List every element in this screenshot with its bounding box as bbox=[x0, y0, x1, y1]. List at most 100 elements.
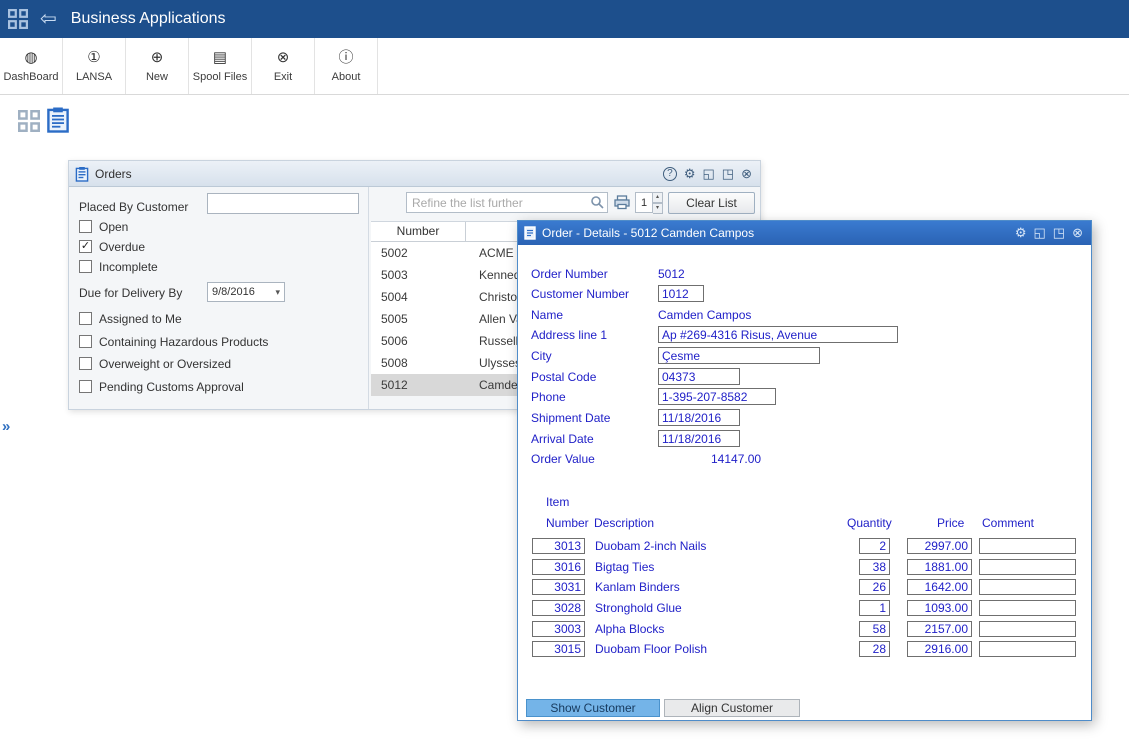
shipment-date-input[interactable] bbox=[658, 409, 740, 426]
item-number-input[interactable] bbox=[532, 621, 585, 637]
help-icon[interactable]: ? bbox=[663, 167, 677, 181]
item-description: Bigtag Ties bbox=[595, 560, 654, 574]
back-arrow-icon[interactable]: ⇦ bbox=[40, 9, 57, 29]
due-date-combobox[interactable]: 9/8/2016 ▾ bbox=[207, 282, 285, 302]
item-price-input[interactable] bbox=[907, 538, 972, 554]
tile-windows-icon[interactable]: ◱ bbox=[703, 167, 715, 181]
item-comment-input[interactable] bbox=[979, 621, 1076, 637]
item-description: Duobam 2-inch Nails bbox=[595, 539, 706, 553]
item-quantity-input[interactable] bbox=[859, 600, 890, 616]
settings-gear-icon[interactable]: ⚙ bbox=[684, 167, 696, 181]
item-price-input[interactable] bbox=[907, 600, 972, 616]
toolbar-button-dashboard[interactable]: ◍ DashBoard bbox=[0, 38, 63, 94]
checkbox-incomplete[interactable] bbox=[79, 260, 92, 273]
close-icon[interactable]: ⊗ bbox=[741, 167, 752, 181]
tile-windows-icon[interactable]: ◱ bbox=[1034, 226, 1046, 240]
item-number-input[interactable] bbox=[532, 579, 585, 595]
field-label: Address line 1 bbox=[531, 328, 607, 342]
item-comment-input[interactable] bbox=[979, 579, 1076, 595]
item-price-input[interactable] bbox=[907, 641, 972, 657]
toolbar-button-new[interactable]: ⊕ New bbox=[126, 38, 189, 94]
order-number-cell: 5012 bbox=[381, 378, 408, 392]
item-comment-input[interactable] bbox=[979, 600, 1076, 616]
checkbox-overdue[interactable]: ✓ bbox=[79, 240, 92, 253]
panel-divider bbox=[368, 187, 369, 409]
toolbar-label: About bbox=[332, 71, 361, 83]
checkbox-open[interactable] bbox=[79, 220, 92, 233]
item-number-input[interactable] bbox=[532, 641, 585, 657]
item-quantity-input[interactable] bbox=[859, 559, 890, 575]
field-shipment-date: Shipment Date bbox=[531, 411, 1083, 429]
printer-icon[interactable] bbox=[614, 195, 630, 215]
step-up-icon[interactable]: ▴ bbox=[653, 192, 663, 203]
clear-list-button[interactable]: Clear List bbox=[668, 192, 755, 214]
customer-number-input[interactable] bbox=[658, 285, 704, 302]
item-description: Duobam Floor Polish bbox=[595, 642, 707, 656]
checkbox-customs[interactable] bbox=[79, 380, 92, 393]
refine-search-input[interactable] bbox=[406, 192, 608, 213]
clipboard-icon bbox=[75, 166, 89, 182]
item-price-input[interactable] bbox=[907, 559, 972, 575]
arrival-date-input[interactable] bbox=[658, 430, 740, 447]
field-label: City bbox=[531, 349, 552, 363]
toolbar-label: LANSA bbox=[76, 71, 112, 83]
item-comment-input[interactable] bbox=[979, 641, 1076, 657]
order-number-cell: 5003 bbox=[381, 268, 408, 282]
close-icon[interactable]: ⊗ bbox=[1072, 226, 1083, 240]
items-header-description: Description bbox=[594, 516, 654, 530]
item-quantity-input[interactable] bbox=[859, 641, 890, 657]
dialog-titlebar[interactable]: Order - Details - 5012 Camden Campos ⚙ ◱… bbox=[518, 221, 1091, 245]
step-down-icon[interactable]: ▾ bbox=[653, 203, 663, 214]
item-number-input[interactable] bbox=[532, 559, 585, 575]
page-stepper: ▴ ▾ bbox=[635, 192, 663, 213]
align-customer-button[interactable]: Align Customer bbox=[664, 699, 800, 717]
toolbar-button-about[interactable]: ⓘ About bbox=[315, 38, 378, 94]
stepper-buttons: ▴ ▾ bbox=[653, 192, 663, 213]
item-row: Duobam Floor Polish bbox=[518, 641, 1091, 658]
toolbar-button-spool-files[interactable]: ▤ Spool Files bbox=[189, 38, 252, 94]
item-comment-input[interactable] bbox=[979, 559, 1076, 575]
item-description: Alpha Blocks bbox=[595, 622, 664, 636]
item-number-input[interactable] bbox=[532, 600, 585, 616]
item-quantity-input[interactable] bbox=[859, 538, 890, 554]
checkbox-overweight[interactable] bbox=[79, 357, 92, 370]
toolbar-label: Exit bbox=[274, 71, 292, 83]
item-row: Bigtag Ties bbox=[518, 559, 1091, 576]
checkbox-hazardous[interactable] bbox=[79, 335, 92, 348]
screen: ⇦ Business Applications ◍ DashBoard ① LA… bbox=[0, 0, 1129, 746]
sidebar-expander-icon[interactable]: » bbox=[2, 418, 10, 435]
item-row: Stronghold Glue bbox=[518, 600, 1091, 617]
cascade-windows-icon[interactable]: ◳ bbox=[1053, 226, 1065, 240]
cascade-windows-icon[interactable]: ◳ bbox=[722, 167, 734, 181]
item-comment-input[interactable] bbox=[979, 538, 1076, 554]
phone-input[interactable] bbox=[658, 388, 776, 405]
items-header-comment: Comment bbox=[982, 516, 1034, 530]
show-customer-button[interactable]: Show Customer bbox=[526, 699, 660, 717]
city-input[interactable] bbox=[658, 347, 820, 364]
checkbox-assigned-to-me[interactable] bbox=[79, 312, 92, 325]
field-order-number: Order Number 5012 bbox=[531, 267, 1083, 285]
item-quantity-input[interactable] bbox=[859, 579, 890, 595]
view-grid-icon[interactable] bbox=[18, 110, 40, 137]
item-price-input[interactable] bbox=[907, 579, 972, 595]
address-line-1-input[interactable] bbox=[658, 326, 898, 343]
settings-gear-icon[interactable]: ⚙ bbox=[1015, 226, 1027, 240]
item-price-input[interactable] bbox=[907, 621, 972, 637]
field-label: Name bbox=[531, 308, 563, 322]
placed-by-customer-input[interactable] bbox=[207, 193, 359, 214]
checkbox-label: Incomplete bbox=[99, 260, 158, 274]
app-grid-icon[interactable] bbox=[8, 9, 28, 29]
item-description: Kanlam Binders bbox=[595, 580, 680, 594]
toolbar-button-exit[interactable]: ⊗ Exit bbox=[252, 38, 315, 94]
dialog-title: Order - Details - 5012 Camden Campos bbox=[542, 226, 754, 240]
page-stepper-input[interactable] bbox=[635, 192, 653, 213]
items-header-quantity: Quantity bbox=[847, 516, 892, 530]
item-quantity-input[interactable] bbox=[859, 621, 890, 637]
field-arrival-date: Arrival Date bbox=[531, 432, 1083, 450]
postal-code-input[interactable] bbox=[658, 368, 740, 385]
order-number-cell: 5002 bbox=[381, 246, 408, 260]
item-number-input[interactable] bbox=[532, 538, 585, 554]
toolbar-button-lansa[interactable]: ① LANSA bbox=[63, 38, 126, 94]
view-clipboard-icon[interactable] bbox=[46, 106, 70, 138]
number-column-header[interactable]: Number bbox=[371, 222, 466, 242]
